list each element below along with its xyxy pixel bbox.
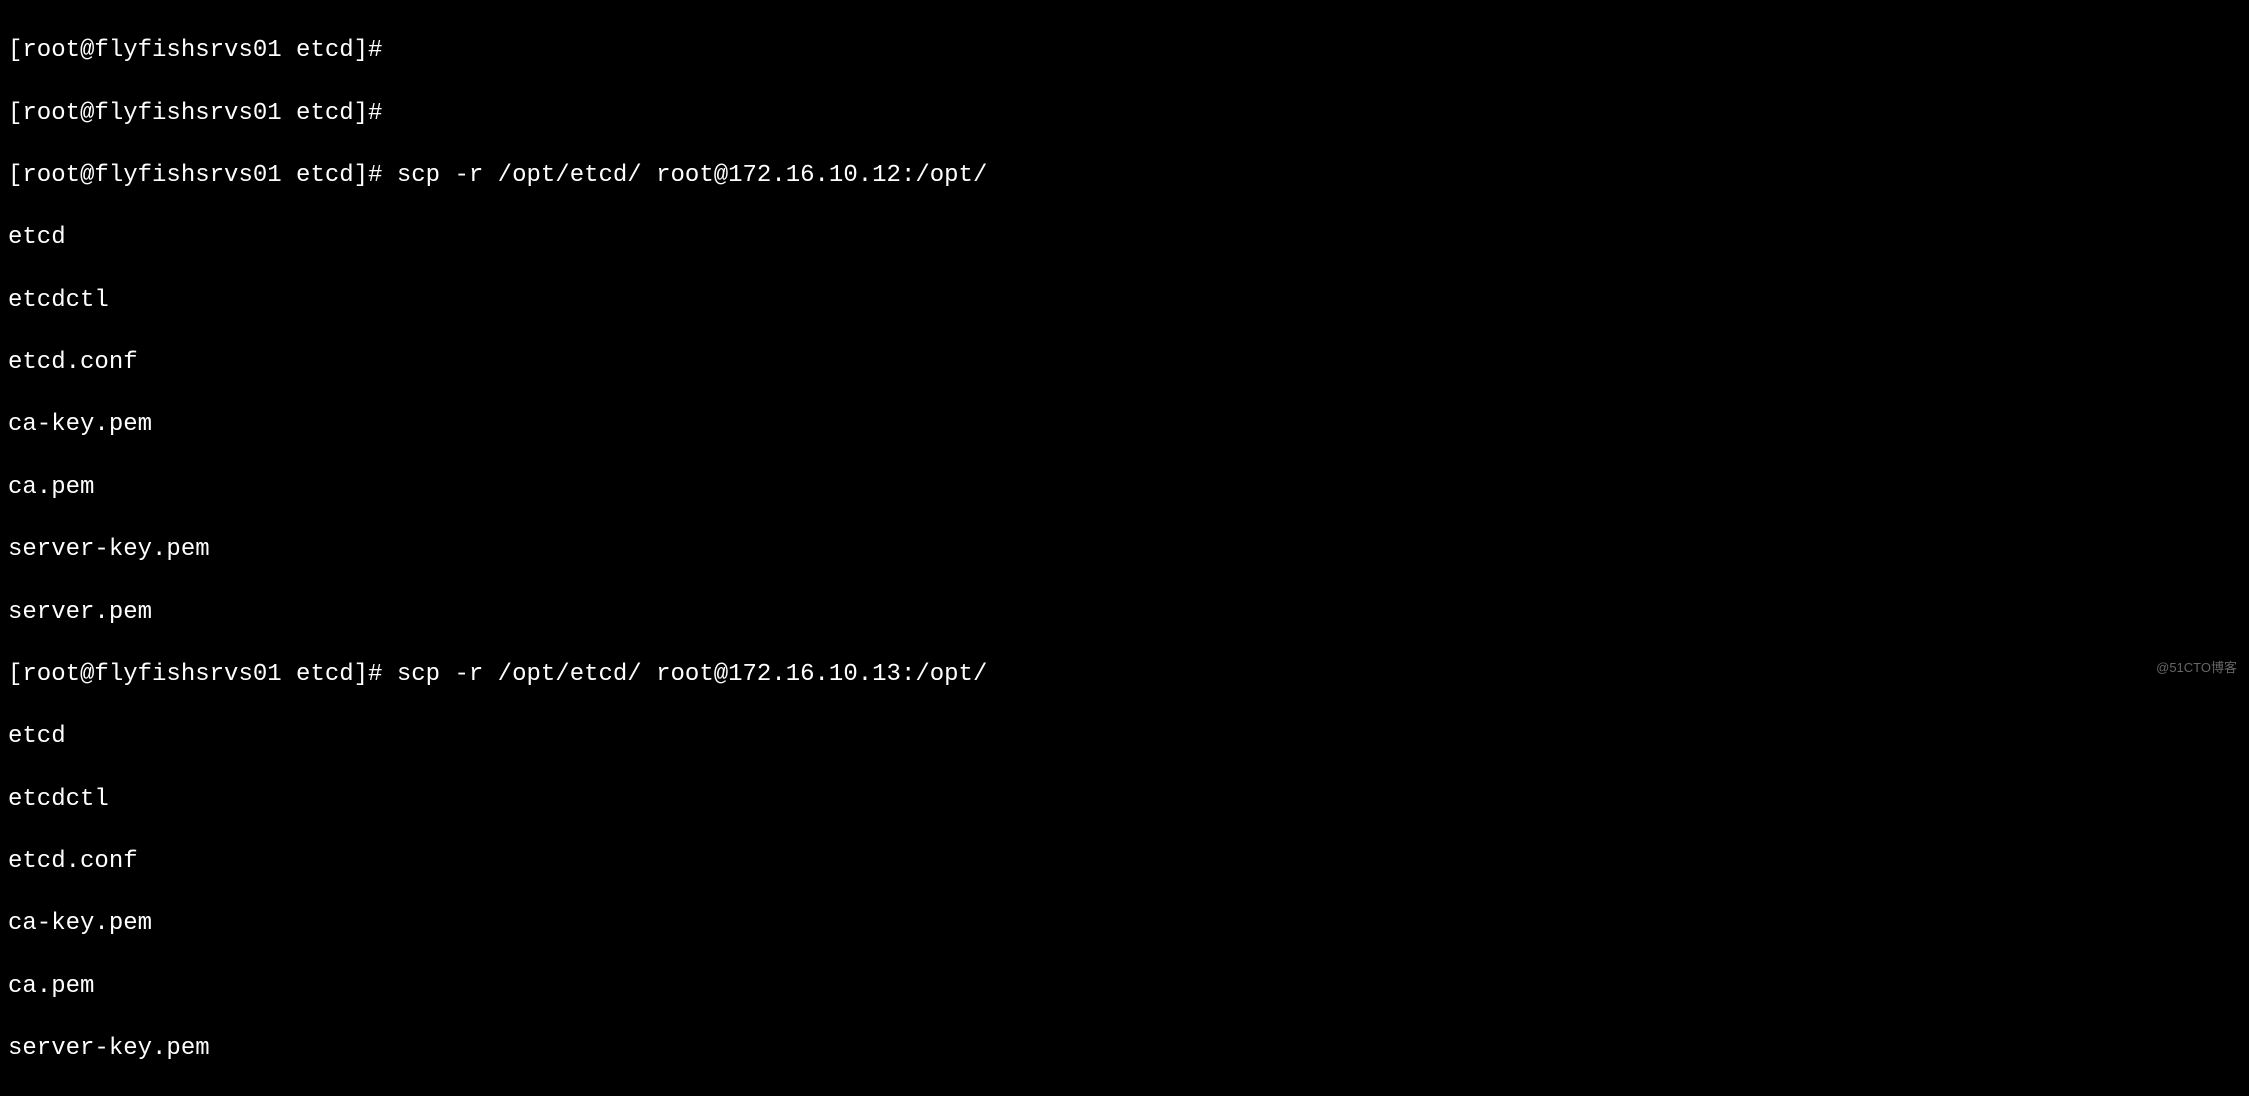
terminal-line: ca-key.pem [8, 908, 2241, 939]
terminal-line: [root@flyfishsrvs01 etcd]# [8, 98, 2241, 129]
terminal-line: etcd.conf [8, 846, 2241, 877]
terminal-line: etcdctl [8, 285, 2241, 316]
terminal-line: [root@flyfishsrvs01 etcd]# [8, 35, 2241, 66]
terminal-line: etcd.conf [8, 347, 2241, 378]
terminal-line: server-key.pem [8, 1033, 2241, 1064]
terminal-line: ca-key.pem [8, 409, 2241, 440]
terminal-line: etcd [8, 222, 2241, 253]
terminal-line: etcdctl [8, 784, 2241, 815]
watermark-text: @51CTO博客 [2156, 660, 2237, 677]
terminal-line: ca.pem [8, 472, 2241, 503]
terminal-line: server.pem [8, 597, 2241, 628]
terminal-line: etcd [8, 721, 2241, 752]
terminal-line: [root@flyfishsrvs01 etcd]# scp -r /opt/e… [8, 659, 2241, 690]
terminal-output[interactable]: [root@flyfishsrvs01 etcd]# [root@flyfish… [8, 4, 2241, 1096]
terminal-line: ca.pem [8, 971, 2241, 1002]
terminal-line: [root@flyfishsrvs01 etcd]# scp -r /opt/e… [8, 160, 2241, 191]
terminal-line: server-key.pem [8, 534, 2241, 565]
